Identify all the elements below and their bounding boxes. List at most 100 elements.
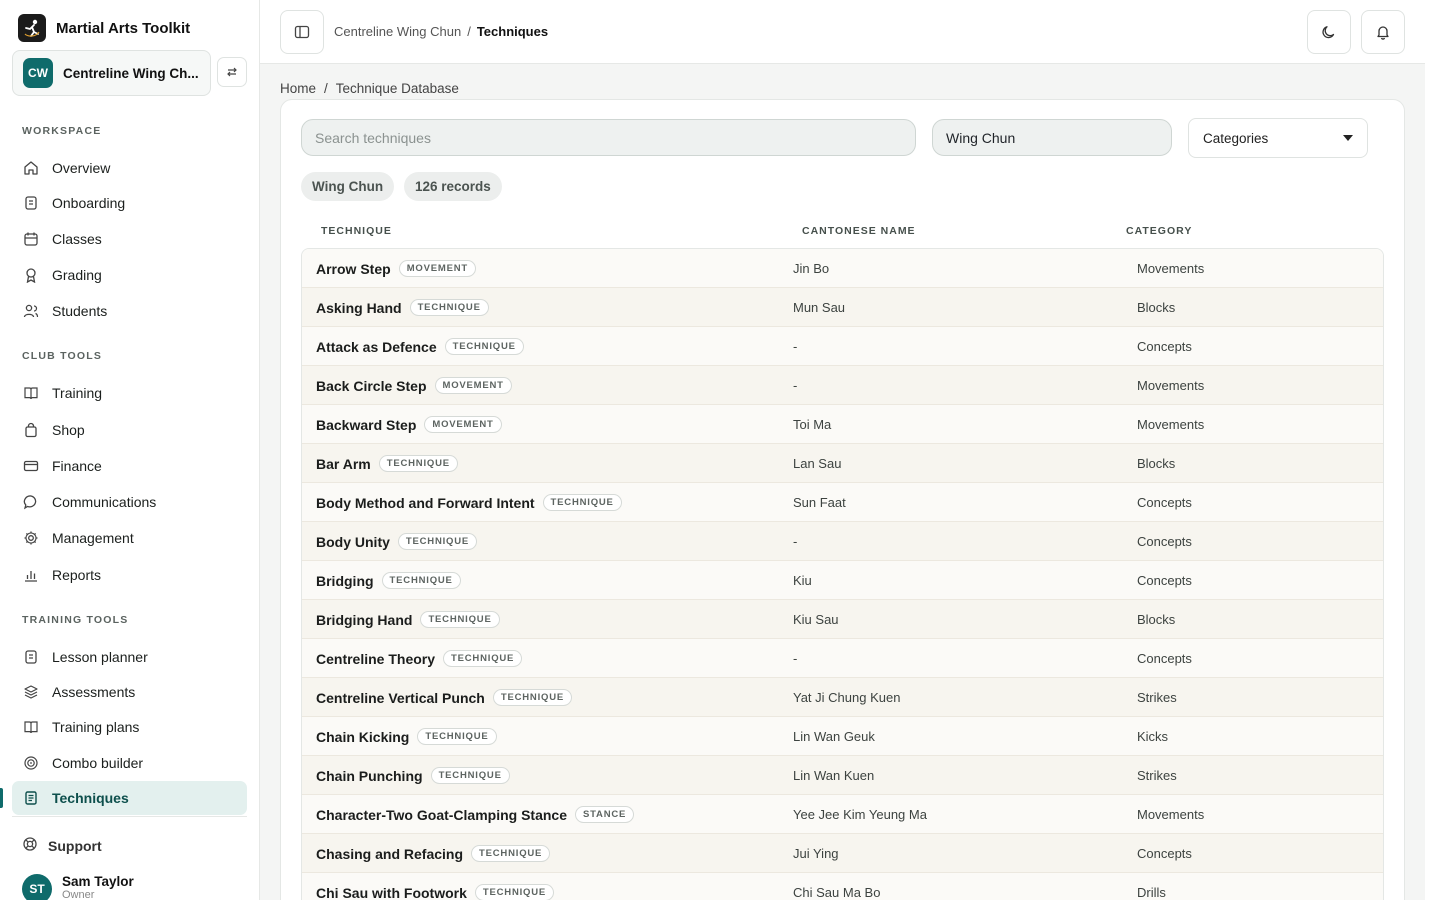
table-row[interactable]: Chi Sau with Footwork TECHNIQUE Chi Sau Ma… <box>302 873 1383 900</box>
home-icon <box>22 159 40 177</box>
cell-technique: Chain Punching TECHNIQUE <box>316 756 510 795</box>
table-row[interactable]: Chasing and Refacing TECHNIQUE Jui Ying Con… <box>302 834 1383 873</box>
sidebar-item-classes[interactable]: Classes <box>12 222 247 256</box>
cell-category: Concepts <box>1137 846 1192 861</box>
brand[interactable]: Martial Arts Toolkit <box>18 14 190 42</box>
sidebar-item-label: Training <box>52 385 103 401</box>
theme-toggle-button[interactable] <box>1307 10 1351 54</box>
avatar: ST <box>22 874 52 900</box>
clipboard-icon <box>22 194 40 212</box>
cell-cantonese-name: - <box>793 651 798 666</box>
sidebar-item-overview[interactable]: Overview <box>12 151 247 185</box>
top-crumb-parent[interactable]: Centreline Wing Chun <box>334 24 461 39</box>
table-row[interactable]: Centreline Vertical Punch TECHNIQUE Yat Ji… <box>302 678 1383 717</box>
users-icon <box>22 302 40 320</box>
type-badge: TECHNIQUE <box>430 767 510 784</box>
table-row[interactable]: Bridging Hand TECHNIQUE Kiu Sau Blocks <box>302 600 1383 639</box>
sidebar-item-label: Finance <box>52 458 102 474</box>
cell-category: Movements <box>1137 417 1205 432</box>
sidebar-item-assessments[interactable]: Assessments <box>12 675 247 709</box>
type-badge: TECHNIQUE <box>443 650 523 667</box>
sidebar-item-techniques[interactable]: Techniques <box>12 781 247 815</box>
club-selector[interactable]: CW Centreline Wing Ch... <box>12 50 211 96</box>
table-row[interactable]: Asking Hand TECHNIQUE Mun Sau Blocks <box>302 288 1383 327</box>
table-row[interactable]: Chain Punching TECHNIQUE Lin Wan Kuen Strik… <box>302 756 1383 795</box>
sidebar-item-students[interactable]: Students <box>12 294 247 328</box>
sidebar-item-training[interactable]: Training <box>12 376 247 410</box>
technique-name: Character-Two Goat-Clamping Stance <box>316 806 568 823</box>
category-select-label: Categories <box>1203 130 1269 146</box>
club-avatar: CW <box>23 58 53 88</box>
moon-icon <box>1322 26 1335 39</box>
cell-cantonese-name: Sun Faat <box>793 495 846 510</box>
support-link[interactable]: Support <box>22 836 102 855</box>
table-row[interactable]: Body Method and Forward Intent TECHNIQUE S… <box>302 483 1383 522</box>
scrollbar-track[interactable] <box>1425 0 1440 900</box>
cell-category: Blocks <box>1137 300 1176 315</box>
column-header-cantonese[interactable]: CANTONESE NAME <box>802 225 916 237</box>
book-icon <box>22 384 40 402</box>
cell-technique: Chasing and Refacing TECHNIQUE <box>316 834 551 873</box>
breadcrumb-home[interactable]: Home <box>280 81 316 96</box>
table-row[interactable]: Bar Arm TECHNIQUE Lan Sau Blocks <box>302 444 1383 483</box>
target-icon <box>22 754 40 772</box>
type-badge: TECHNIQUE <box>397 533 478 550</box>
sidebar-item-reports[interactable]: Reports <box>12 558 247 592</box>
type-badge: MOVEMENT <box>398 260 476 277</box>
table-row[interactable]: Attack as Defence TECHNIQUE - Concepts <box>302 327 1383 366</box>
sidebar-item-communications[interactable]: Communications <box>12 485 247 519</box>
toggle-sidebar-button[interactable] <box>280 10 324 54</box>
sidebar-item-shop[interactable]: Shop <box>12 413 247 447</box>
switch-club-button[interactable] <box>217 57 247 87</box>
type-badge: TECHNIQUE <box>492 689 572 706</box>
sidebar-item-label: Onboarding <box>52 195 126 211</box>
topbar: Centreline Wing Chun / Techniques <box>260 0 1425 64</box>
record-count-chip: 126 records <box>404 172 502 201</box>
category-select[interactable]: Categories <box>1188 118 1368 158</box>
sidebar-item-label: Classes <box>52 231 102 247</box>
cell-technique: Body Method and Forward Intent TECHNIQUE <box>316 483 622 522</box>
sidebar-item-training-plans[interactable]: Training plans <box>12 710 247 744</box>
column-header-technique[interactable]: TECHNIQUE <box>321 225 392 237</box>
sidebar-item-management[interactable]: Management <box>12 521 247 555</box>
cell-category: Concepts <box>1137 534 1192 549</box>
type-badge: TECHNIQUE <box>420 611 500 628</box>
table-row[interactable]: Arrow Step MOVEMENT Jin Bo Movements <box>302 249 1383 288</box>
cell-cantonese-name: Kiu Sau <box>793 612 839 627</box>
type-badge: MOVEMENT <box>434 377 512 394</box>
cell-cantonese-name: Lan Sau <box>793 456 842 471</box>
table-row[interactable]: Chain Kicking TECHNIQUE Lin Wan Geuk Kicks <box>302 717 1383 756</box>
search-input[interactable] <box>301 119 916 156</box>
style-filter-field[interactable]: Wing Chun <box>932 119 1172 156</box>
table-row[interactable]: Body Unity TECHNIQUE - Concepts <box>302 522 1383 561</box>
cell-cantonese-name: Kiu <box>793 573 812 588</box>
cell-category: Movements <box>1137 378 1205 393</box>
cell-category: Concepts <box>1137 495 1192 510</box>
sidebar-item-finance[interactable]: Finance <box>12 449 247 483</box>
table-row[interactable]: Character-Two Goat-Clamping Stance STANCE… <box>302 795 1383 834</box>
bell-icon <box>1377 26 1389 40</box>
swap-icon <box>227 67 237 77</box>
cell-category: Concepts <box>1137 651 1192 666</box>
column-header-category[interactable]: CATEGORY <box>1126 225 1192 237</box>
breadcrumb-separator: / <box>324 81 328 96</box>
table-row[interactable]: Bridging TECHNIQUE Kiu Concepts <box>302 561 1383 600</box>
user-profile[interactable]: ST Sam Taylor Owner <box>22 874 134 900</box>
technique-name: Bridging <box>316 572 374 589</box>
cell-cantonese-name: Jin Bo <box>793 261 830 276</box>
cell-category: Blocks <box>1137 612 1176 627</box>
table-row[interactable]: Backward Step MOVEMENT Toi Ma Movements <box>302 405 1383 444</box>
sidebar-item-lesson-planner[interactable]: Lesson planner <box>12 640 247 674</box>
cell-technique: Asking Hand TECHNIQUE <box>316 288 489 327</box>
sidebar-item-grading[interactable]: Grading <box>12 258 247 292</box>
technique-name: Centreline Vertical Punch <box>316 689 485 706</box>
support-label: Support <box>48 837 102 854</box>
sidebar: Martial Arts Toolkit CW Centreline Wing … <box>0 0 260 900</box>
table-row[interactable]: Centreline Theory TECHNIQUE - Concepts <box>302 639 1383 678</box>
award-icon <box>22 266 40 284</box>
sidebar-item-combo-builder[interactable]: Combo builder <box>12 746 247 780</box>
sidebar-item-label: Overview <box>52 160 111 176</box>
sidebar-item-onboarding[interactable]: Onboarding <box>12 186 247 220</box>
table-row[interactable]: Back Circle Step MOVEMENT - Movements <box>302 366 1383 405</box>
notifications-button[interactable] <box>1361 10 1405 54</box>
